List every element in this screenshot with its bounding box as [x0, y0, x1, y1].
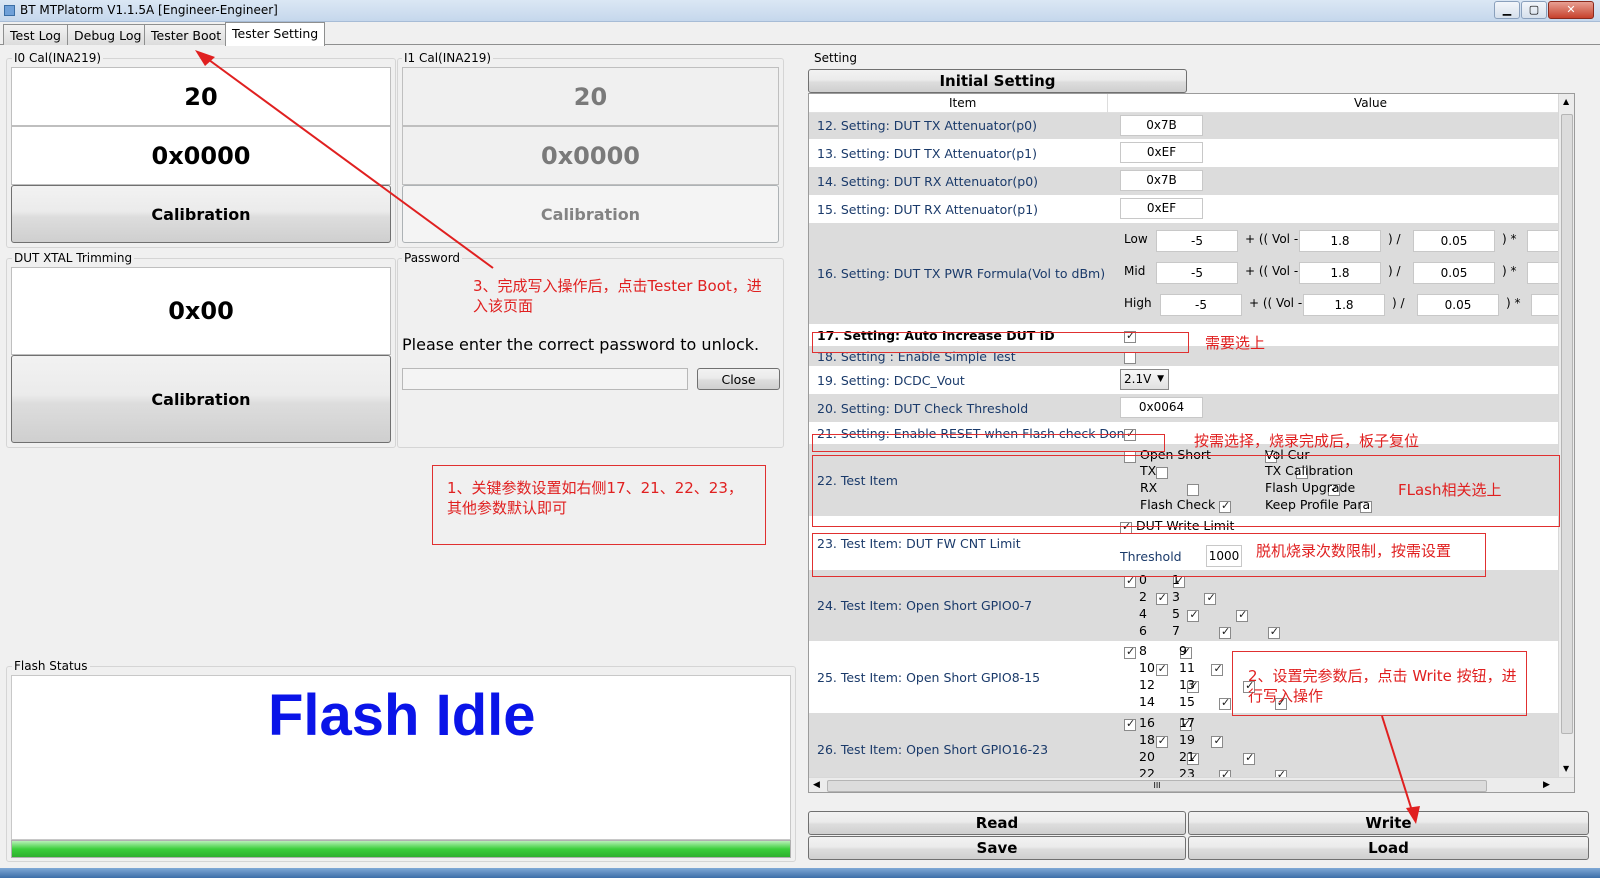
arrow-to-write — [1381, 715, 1414, 815]
taskbar — [0, 868, 1600, 878]
annotation-arrows — [195, 50, 1420, 824]
arrow-head-write — [1406, 806, 1420, 824]
arrow-head-tester-boot — [195, 50, 215, 66]
arrow-to-tester-boot — [204, 56, 494, 269]
